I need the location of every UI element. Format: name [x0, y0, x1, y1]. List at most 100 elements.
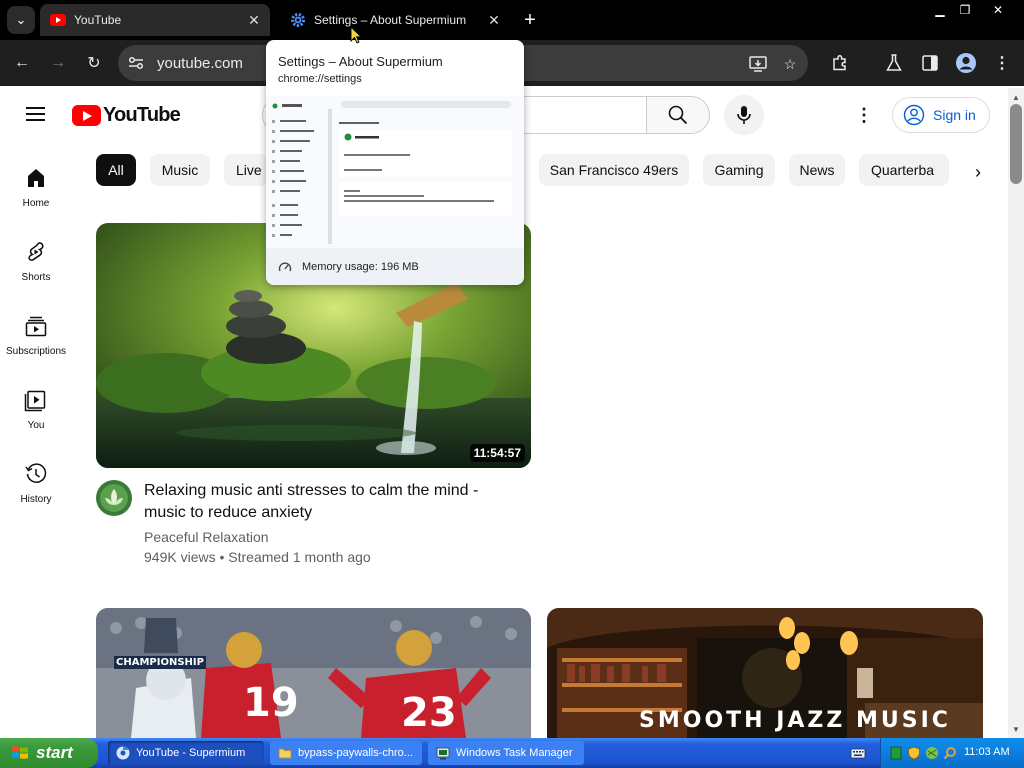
microphone-icon — [737, 106, 751, 124]
channel-name[interactable]: Peaceful Relaxation — [144, 529, 269, 545]
memory-usage-row: Memory usage: 196 MB — [266, 248, 524, 285]
extensions-puzzle-icon[interactable] — [826, 49, 854, 77]
gear-icon — [290, 12, 306, 28]
sidebar-item-shorts[interactable]: Shorts — [0, 236, 72, 300]
tab-preview-thumbnail — [266, 96, 524, 248]
sidebar-item-label: You — [27, 420, 45, 431]
memory-usage-text: Memory usage: 196 MB — [302, 260, 419, 273]
hover-card-url: chrome://settings — [278, 73, 362, 85]
sidebar-item-subscriptions[interactable]: Subscriptions — [0, 310, 72, 374]
browser-menu-icon[interactable]: ⋮ — [988, 49, 1016, 77]
search-tray-icon[interactable] — [943, 746, 957, 760]
supermium-browser-icon — [116, 746, 130, 760]
sidebar-item-label: History — [20, 494, 52, 505]
tab-title: YouTube — [74, 13, 122, 27]
sidebar-item-label: Home — [22, 198, 50, 209]
sidebar-item-home[interactable]: Home — [0, 162, 72, 226]
sidebar-item-label: Shorts — [21, 272, 51, 283]
memory-gauge-icon — [278, 262, 292, 271]
youtube-favicon-icon — [50, 12, 66, 28]
task-manager-icon — [436, 747, 450, 760]
taskbar-item-task-manager[interactable]: Windows Task Manager — [428, 741, 584, 765]
taskbar-clock[interactable]: 11:03 AM — [964, 746, 1010, 758]
video-thumbnail[interactable]: CHAMPIONSHIP 19 23 — [96, 608, 531, 738]
youtube-play-logo-icon — [72, 105, 101, 126]
start-button[interactable]: start — [0, 738, 98, 768]
tab-youtube[interactable]: YouTube ✕ — [40, 4, 270, 36]
scroll-up-arrow-icon[interactable]: ▲ — [1008, 90, 1024, 104]
video-thumbnail[interactable]: SMOOTH JAZZ MUSIC — [547, 608, 983, 738]
taskbar-item-bypass-paywalls[interactable]: bypass-paywalls-chro... — [270, 741, 422, 765]
jersey-number: 19 — [243, 680, 299, 726]
chip-live[interactable]: Live — [224, 154, 268, 186]
browser-tab-strip: ⌄ YouTube ✕ Settings – About Supermium ✕… — [0, 0, 1024, 40]
hover-card-title: Settings – About Supermium — [278, 54, 443, 69]
close-window-icon[interactable]: ✕ — [985, 2, 1011, 18]
tab-settings[interactable]: Settings – About Supermium ✕ — [280, 4, 510, 36]
install-app-icon[interactable] — [747, 53, 769, 75]
you-library-icon — [24, 390, 46, 412]
back-arrow-icon[interactable]: ← — [8, 49, 36, 77]
taskbar-item-label: bypass-paywalls-chro... — [298, 747, 413, 759]
video-title[interactable]: Relaxing music anti stresses to calm the… — [144, 480, 524, 524]
scrollbar-thumb[interactable] — [1010, 104, 1022, 184]
reload-icon[interactable]: ↻ — [80, 49, 108, 77]
minimize-icon[interactable]: ▁ — [927, 2, 953, 18]
sidebar-item-you[interactable]: You — [0, 384, 72, 448]
hamburger-menu-icon[interactable] — [24, 102, 48, 126]
sign-in-button[interactable]: Sign in — [892, 97, 990, 133]
page-scrollbar[interactable] — [1008, 88, 1024, 738]
scroll-down-arrow-icon[interactable]: ▼ — [1008, 722, 1024, 736]
chip-music[interactable]: Music — [150, 154, 210, 186]
chip-san-francisco-49ers[interactable]: San Francisco 49ers — [539, 154, 689, 186]
chip-quarterback[interactable]: Quarterba — [859, 154, 949, 186]
account-icon — [903, 104, 925, 126]
keyboard-layout-icon[interactable] — [850, 746, 866, 760]
search-button[interactable] — [646, 96, 710, 134]
restore-icon[interactable]: ❐ — [952, 2, 978, 18]
video-duration: 11:54:57 — [469, 444, 525, 462]
network-icon[interactable] — [925, 746, 939, 760]
sidebar-item-history[interactable]: History — [0, 458, 72, 522]
start-label: start — [36, 743, 73, 762]
youtube-logo[interactable]: YouTube — [72, 104, 181, 127]
forward-arrow-icon[interactable]: → — [44, 49, 72, 77]
thumbnail-text: SMOOTH JAZZ MUSIC — [639, 708, 951, 733]
chip-gaming[interactable]: Gaming — [703, 154, 775, 186]
history-icon — [25, 463, 47, 483]
taskbar-item-label: YouTube - Supermium — [136, 747, 246, 759]
security-shield-icon[interactable] — [907, 746, 921, 760]
settings-page-preview-image — [266, 96, 524, 248]
close-tab-icon[interactable]: ✕ — [246, 12, 262, 28]
search-icon — [668, 105, 688, 125]
taskbar-item-label: Windows Task Manager — [456, 747, 573, 759]
tab-title: Settings – About Supermium — [314, 13, 467, 27]
chevron-right-icon[interactable]: › — [964, 158, 992, 186]
site-settings-icon[interactable] — [126, 53, 146, 73]
chip-news[interactable]: News — [789, 154, 845, 186]
tab-search-chevron-icon[interactable]: ⌄ — [7, 6, 35, 34]
folder-icon — [278, 748, 292, 759]
close-tab-icon[interactable]: ✕ — [486, 12, 502, 28]
address-url[interactable]: youtube.com — [157, 55, 243, 72]
subscriptions-icon — [25, 316, 47, 337]
logo-text: YouTube — [103, 104, 181, 126]
labs-flask-icon[interactable] — [880, 49, 908, 77]
lotus-avatar-icon — [96, 480, 132, 516]
taskbar-item-youtube-supermium[interactable]: YouTube - Supermium — [108, 741, 264, 765]
chip-all[interactable]: All — [96, 154, 136, 186]
bookmark-star-icon[interactable]: ☆ — [779, 53, 801, 75]
profile-avatar-icon[interactable] — [952, 49, 980, 77]
jersey-number: 23 — [401, 690, 457, 736]
side-panel-icon[interactable] — [916, 49, 944, 77]
voice-search-button[interactable] — [724, 95, 764, 135]
channel-avatar[interactable] — [96, 480, 132, 516]
shorts-icon — [28, 242, 44, 261]
settings-more-icon[interactable]: ⋮ — [852, 103, 876, 127]
video-metadata: 949K views • Streamed 1 month ago — [144, 549, 371, 565]
mouse-cursor-icon — [350, 26, 362, 44]
tab-hover-card: Settings – About Supermium chrome://sett… — [266, 40, 524, 285]
new-tab-plus-icon[interactable]: + — [518, 8, 542, 32]
windows-flag-icon — [12, 746, 28, 759]
green-tray-icon[interactable] — [889, 746, 903, 760]
